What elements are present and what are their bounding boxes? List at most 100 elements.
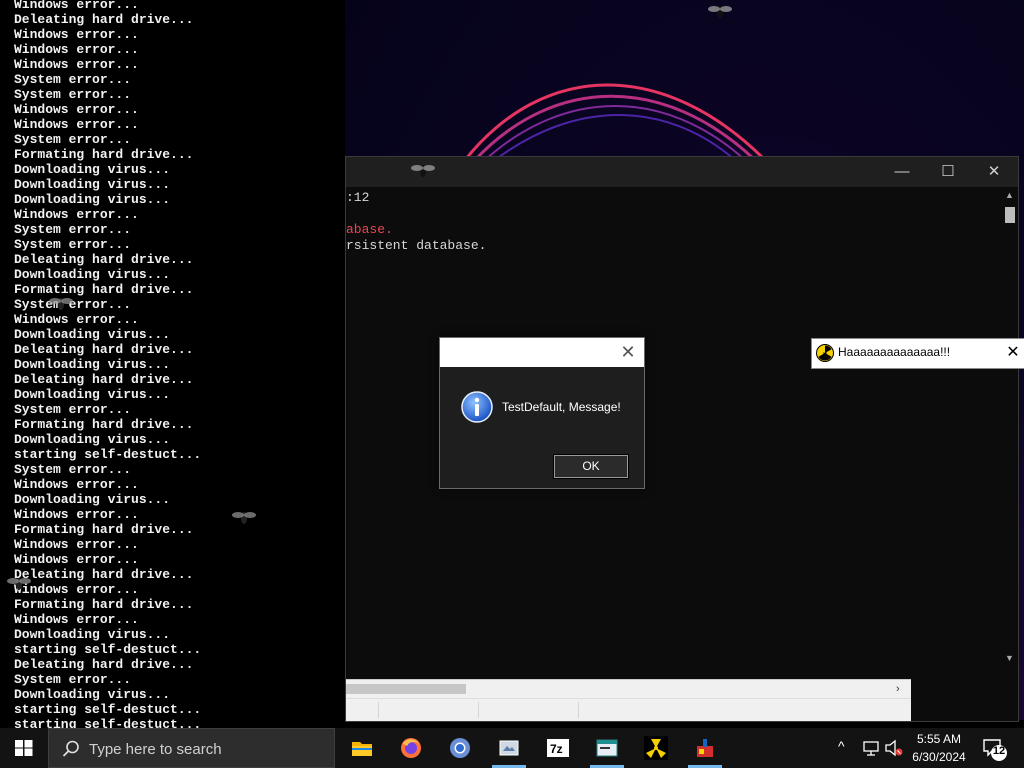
console-line: Windows error...	[14, 117, 139, 132]
console-line: Deleating hard drive...	[14, 567, 194, 582]
chromium-icon	[450, 738, 470, 758]
console-line: System error...	[14, 672, 132, 687]
taskbar-file-explorer[interactable]	[338, 728, 386, 768]
console-line: Formating hard drive...	[14, 282, 194, 297]
console-line: Deleating hard drive...	[14, 372, 194, 387]
console-line: System error...	[14, 132, 132, 147]
notification-center-button[interactable]: 12	[980, 734, 1008, 762]
console-line: Downloading virus...	[14, 267, 171, 282]
search-placeholder: Type here to search	[89, 741, 222, 758]
ok-button[interactable]: OK	[553, 454, 629, 479]
fly-icon	[708, 6, 732, 18]
close-button[interactable]: ✕	[1003, 340, 1023, 366]
console-line: Downloading virus...	[14, 177, 171, 192]
message-dialog[interactable]: ✕ TestDefault, Message! OK	[439, 337, 645, 489]
vertical-scrollbar[interactable]: ▲ ▼	[1001, 187, 1018, 667]
terminal-line: :12	[346, 190, 370, 205]
console-line: System error...	[14, 237, 132, 252]
console-line: Windows error...	[14, 477, 139, 492]
console-line: Windows error...	[14, 612, 139, 627]
taskbar-colorful-app[interactable]	[681, 728, 729, 768]
status-bar	[346, 698, 911, 721]
console-line: Downloading virus...	[14, 357, 171, 372]
scroll-down-icon[interactable]: ▼	[1005, 653, 1014, 663]
clock-date: 6/30/2024	[912, 750, 966, 764]
console-line: starting self-destuct...	[14, 642, 202, 657]
close-button[interactable]: ✕	[612, 338, 644, 367]
console-line: Downloading virus...	[14, 327, 171, 342]
console-line: Windows error...	[14, 27, 139, 42]
console-line: System error...	[14, 402, 132, 417]
radiation-icon	[644, 736, 668, 760]
console-line: Windows error...	[14, 552, 139, 567]
console-line: Windows error...	[14, 102, 139, 117]
console-line: System error...	[14, 297, 132, 312]
terminal-line: abase.	[346, 222, 393, 237]
taskbar-7zip[interactable]: 7z	[534, 728, 582, 768]
taskbar-chromium[interactable]	[436, 728, 484, 768]
console-line: Windows error...	[14, 0, 139, 12]
terminal-line: rsistent database.	[346, 238, 487, 253]
clock-time: 5:55 AM	[916, 732, 962, 746]
taskbar-app-window[interactable]	[583, 728, 631, 768]
7zip-icon: 7z	[547, 739, 569, 757]
console-line: Downloading virus...	[14, 192, 171, 207]
taskbar-radiation-app[interactable]	[632, 728, 680, 768]
console-line: Downloading virus...	[14, 387, 171, 402]
app-window-icon	[596, 739, 618, 757]
console-line: System error...	[14, 462, 132, 477]
terminal-output: :12 abase. rsistent database.	[346, 190, 486, 254]
console-line: Windows error...	[14, 582, 139, 597]
console-line: Formating hard drive...	[14, 147, 194, 162]
fly-icon	[411, 165, 435, 177]
console-line: Windows error...	[14, 42, 139, 57]
console-line: System error...	[14, 72, 132, 87]
system-clock[interactable]: 5:55 AM 6/30/2024	[904, 730, 974, 766]
notification-count-badge: 12	[992, 745, 1006, 757]
notification-message: Haaaaaaaaaaaaaa!!!	[838, 345, 951, 359]
minimize-button[interactable]: —	[879, 157, 925, 187]
horizontal-scrollbar[interactable]: ›	[346, 679, 911, 698]
scroll-up-icon[interactable]: ▲	[1005, 190, 1014, 200]
windows-start-icon[interactable]	[0, 728, 48, 768]
dialog-titlebar[interactable]: ✕	[440, 338, 644, 367]
notification-popup[interactable]: Haaaaaaaaaaaaaa!!! ✕	[811, 338, 1024, 369]
network-icon[interactable]	[862, 739, 880, 757]
console-line: Deleating hard drive...	[14, 657, 194, 672]
console-line: Downloading virus...	[14, 432, 171, 447]
console-line: Formating hard drive...	[14, 597, 194, 612]
console-line: Windows error...	[14, 57, 139, 72]
show-hidden-icons-chevron-up-icon[interactable]: ^	[838, 738, 845, 754]
console-window[interactable]: Windows error... Deleating hard drive... W…	[0, 0, 345, 730]
close-button[interactable]: ✕	[971, 157, 1017, 187]
scroll-right-icon[interactable]: ›	[896, 683, 900, 695]
console-line: Windows error...	[14, 312, 139, 327]
console-line: Downloading virus...	[14, 687, 171, 702]
svg-text:7z: 7z	[550, 742, 563, 756]
scrollbar-thumb[interactable]	[1005, 207, 1015, 223]
terminal-titlebar[interactable]: — ☐ ✕	[346, 157, 1018, 187]
taskbar-search[interactable]: Type here to search	[48, 728, 335, 768]
maximize-button[interactable]: ☐	[925, 157, 971, 187]
app-colorful-icon	[697, 739, 713, 757]
console-line: System error...	[14, 87, 132, 102]
taskbar-firefox[interactable]	[387, 728, 435, 768]
console-line: Downloading virus...	[14, 162, 171, 177]
taskbar-app[interactable]	[485, 728, 533, 768]
scrollbar-thumb[interactable]	[346, 684, 466, 694]
console-line: Windows error...	[14, 537, 139, 552]
console-line: Windows error...	[14, 507, 139, 522]
fly-icon	[49, 298, 73, 310]
console-output: Windows error... Deleating hard drive... W…	[14, 0, 201, 730]
file-explorer-icon	[352, 742, 372, 756]
fly-icon	[232, 512, 256, 524]
console-line: Deleating hard drive...	[14, 252, 194, 267]
fly-icon	[7, 578, 31, 590]
app-icon	[499, 740, 519, 756]
volume-muted-icon[interactable]	[884, 739, 904, 757]
search-icon	[62, 740, 79, 757]
console-line: Formating hard drive...	[14, 417, 194, 432]
info-icon	[461, 391, 493, 423]
console-line: Downloading virus...	[14, 627, 171, 642]
console-line: Formating hard drive...	[14, 522, 194, 537]
